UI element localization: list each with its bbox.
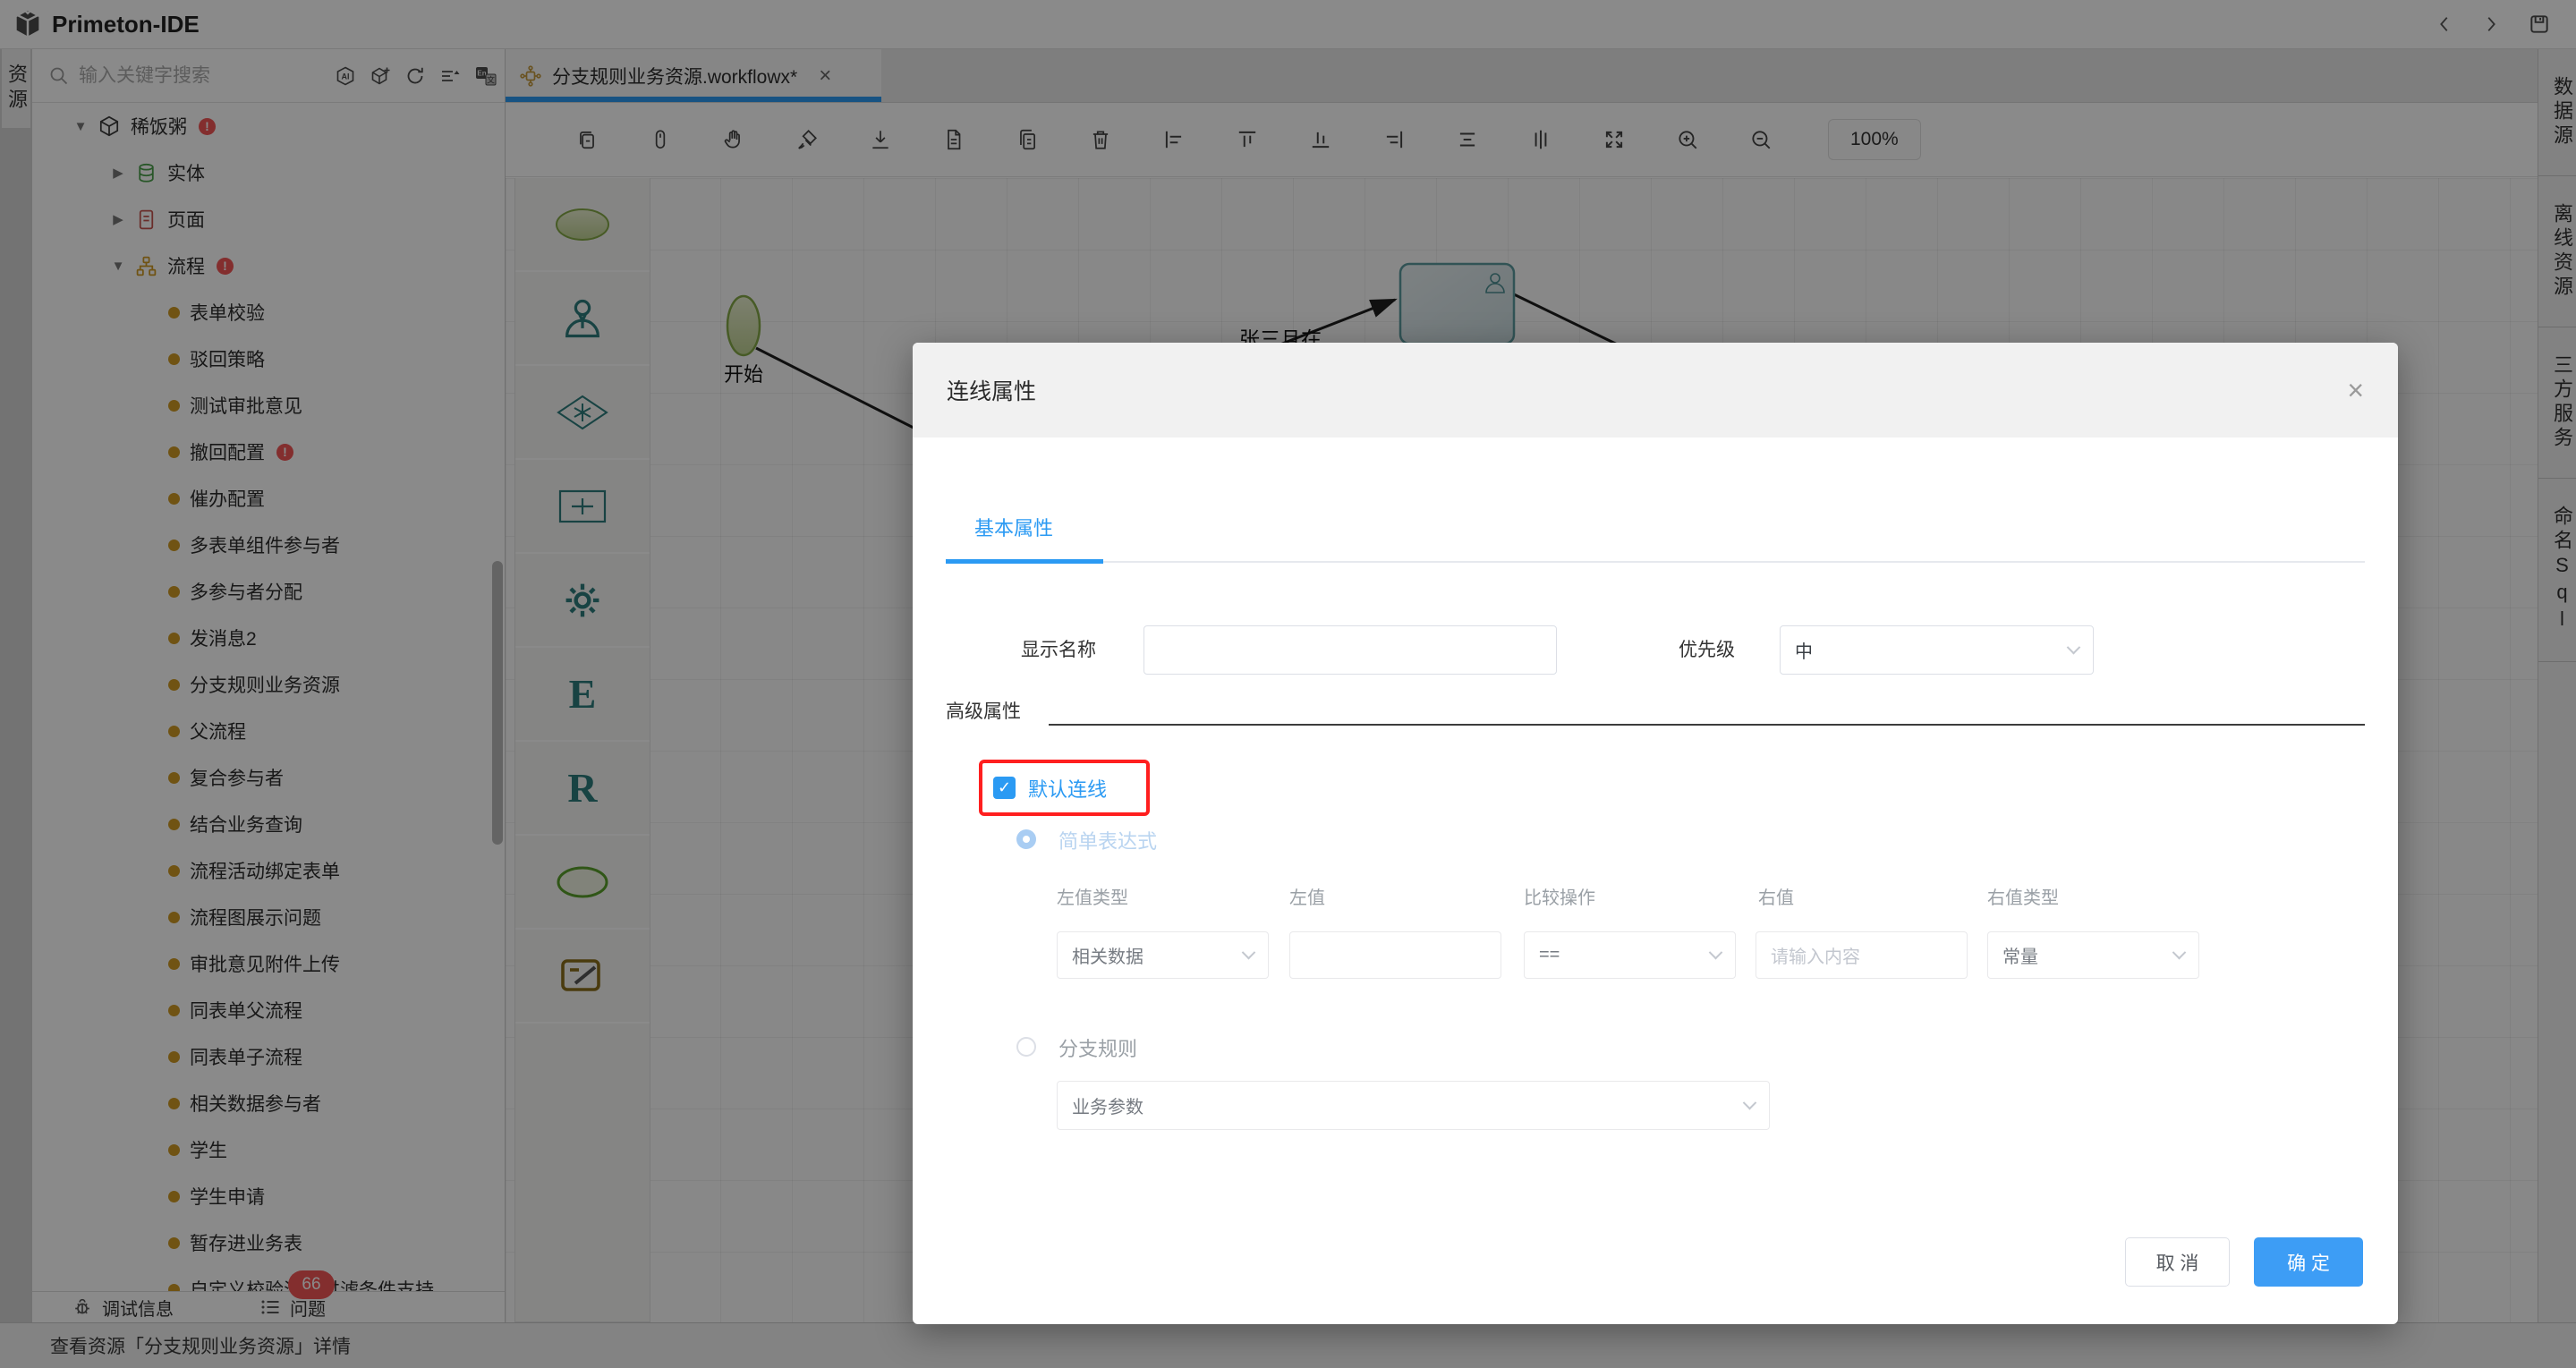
priority-select[interactable]: 中 [1780, 625, 2094, 675]
ok-button[interactable]: 确 定 [2254, 1237, 2363, 1287]
tab-active-underline [946, 559, 1103, 564]
section-divider [1049, 724, 2365, 726]
display-name-label: 显示名称 [1021, 640, 1096, 660]
priority-label: 优先级 [1679, 640, 1735, 660]
edge-properties-dialog: 连线属性 × 基本属性 显示名称 优先级 中 高级属性 ✓ 默认连线 简单表达式… [913, 343, 2398, 1324]
right-value-type-label: 右值类型 [1987, 888, 2059, 908]
chevron-down-icon [2066, 640, 2081, 655]
branch-rule-radio[interactable] [1016, 1037, 1036, 1057]
dialog-body: 基本属性 显示名称 优先级 中 高级属性 ✓ 默认连线 简单表达式 左值类型 左… [913, 438, 2398, 1324]
right-value-input[interactable]: 请输入内容 [1756, 931, 1968, 979]
chevron-down-icon [1241, 945, 1256, 960]
chevron-down-icon [2172, 945, 2187, 960]
right-value-type-select[interactable]: 常量 [1987, 931, 2199, 979]
chevron-down-icon [1742, 1095, 1757, 1110]
display-name-input[interactable] [1143, 625, 1557, 675]
left-value-label: 左值 [1289, 888, 1325, 908]
dialog-title: 连线属性 [947, 379, 1037, 404]
left-value-type-select[interactable]: 相关数据 [1057, 931, 1269, 979]
left-value-type-label: 左值类型 [1057, 888, 1128, 908]
left-value-input[interactable] [1289, 931, 1501, 979]
compare-op-label: 比较操作 [1524, 888, 1595, 908]
dialog-header: 连线属性 × [913, 343, 2398, 438]
branch-rule-label: 分支规则 [1058, 1038, 1138, 1060]
branch-rule-select[interactable]: 业务参数 [1057, 1081, 1770, 1130]
compare-op-select[interactable]: == [1524, 931, 1736, 979]
advanced-section-label: 高级属性 [946, 701, 1021, 722]
chevron-down-icon [1708, 945, 1723, 960]
default-line-checkbox[interactable]: ✓ [993, 777, 1016, 799]
simple-expression-radio[interactable] [1016, 829, 1036, 849]
cancel-button[interactable]: 取 消 [2125, 1237, 2230, 1287]
tab-basic-properties[interactable]: 基本属性 [974, 513, 1053, 541]
right-value-label: 右值 [1758, 888, 1794, 908]
simple-expression-label: 简单表达式 [1058, 830, 1158, 853]
default-line-label: 默认连线 [1028, 777, 1108, 801]
close-icon[interactable]: × [2347, 376, 2364, 404]
highlight-box: ✓ 默认连线 [979, 760, 1150, 816]
tab-separator [946, 561, 2365, 563]
